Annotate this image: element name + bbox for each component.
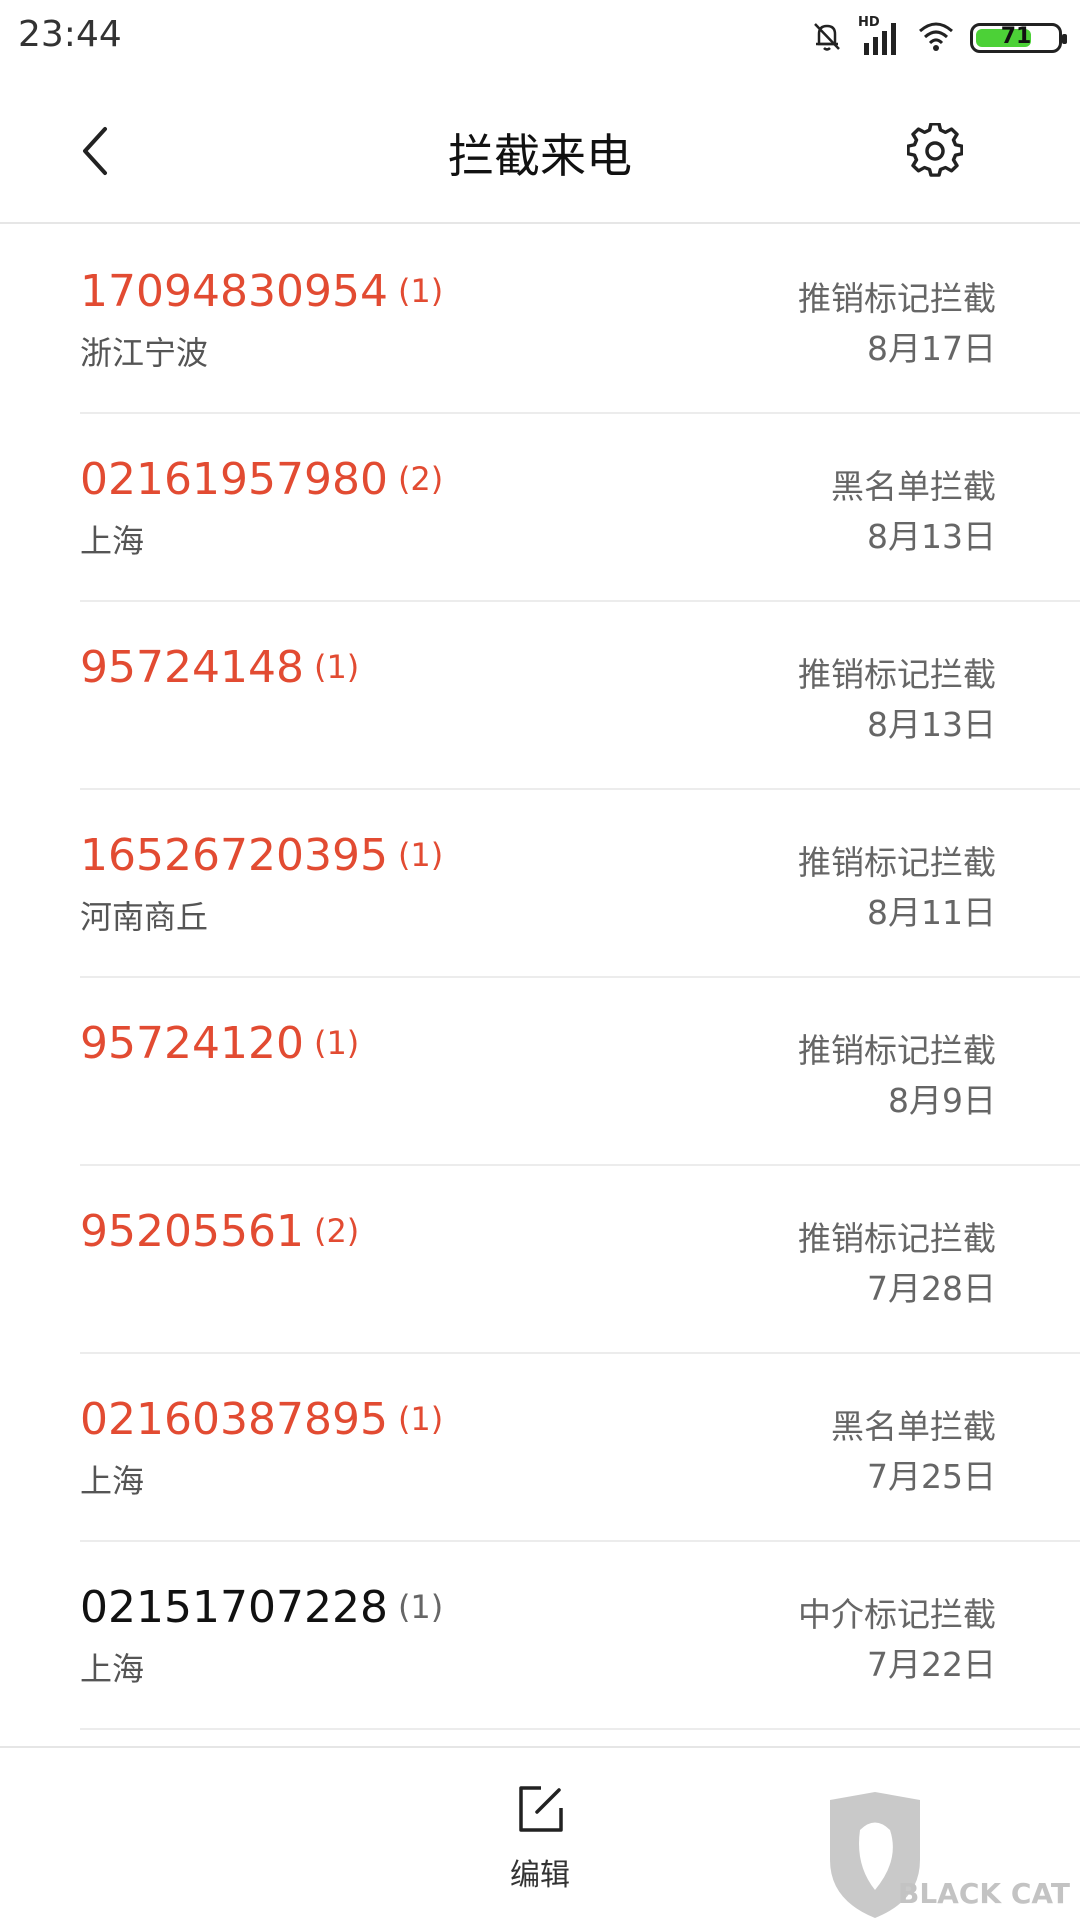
caller-location: 上海 <box>80 1650 145 1688</box>
call-list-item[interactable]: 02151707228 (1) 上海 中介标记拦截 7月22日 <box>80 1542 1080 1730</box>
phone-number-text: 02161957980 <box>80 454 388 505</box>
battery-cap <box>1062 34 1067 44</box>
status-time: 23:44 <box>18 14 122 55</box>
bell-muted-icon <box>810 19 844 57</box>
phone-number: 16526720395 (1) <box>80 830 443 881</box>
battery-level: 71 <box>1000 24 1032 49</box>
call-list-item[interactable]: 02160387895 (1) 上海 黑名单拦截 7月25日 <box>80 1354 1080 1542</box>
phone-number-text: 17094830954 <box>80 266 388 317</box>
edit-button[interactable]: 编辑 <box>490 1782 590 1902</box>
block-reason: 推销标记拦截 <box>798 1031 996 1070</box>
call-date: 8月17日 <box>867 329 996 368</box>
call-list-item[interactable]: 95724120 (1) 推销标记拦截 8月9日 <box>80 978 1080 1166</box>
phone-number: 95205561 (2) <box>80 1206 359 1257</box>
block-reason: 推销标记拦截 <box>798 655 996 694</box>
call-list-item[interactable]: 95205561 (2) 推销标记拦截 7月28日 <box>80 1166 1080 1354</box>
wifi-icon <box>916 19 956 57</box>
phone-number-text: 95205561 <box>80 1206 304 1257</box>
call-list-item[interactable]: 17094830954 (1) 浙江宁波 推销标记拦截 8月17日 <box>80 226 1080 414</box>
call-date: 8月11日 <box>867 893 996 932</box>
call-date: 7月22日 <box>867 1645 996 1684</box>
block-reason: 黑名单拦截 <box>831 1407 996 1446</box>
call-date: 8月13日 <box>867 705 996 744</box>
gear-icon <box>907 123 963 177</box>
phone-number: 95724148 (1) <box>80 642 359 693</box>
block-reason: 黑名单拦截 <box>831 467 996 506</box>
phone-number-text: 95724148 <box>80 642 304 693</box>
watermark: BLACK CAT <box>820 1790 1080 1920</box>
bottom-bar: 编辑 BLACK CAT <box>0 1746 1080 1920</box>
call-count: (1) <box>313 1024 360 1062</box>
battery-icon: 71 <box>970 23 1067 53</box>
phone-number: 17094830954 (1) <box>80 266 443 317</box>
caller-location: 上海 <box>80 1462 145 1500</box>
call-date: 7月25日 <box>867 1457 996 1496</box>
phone-number-text: 16526720395 <box>80 830 388 881</box>
call-count: (1) <box>397 1400 444 1438</box>
call-count: (1) <box>397 836 444 874</box>
call-list-item[interactable]: 16526720395 (1) 河南商丘 推销标记拦截 8月11日 <box>80 790 1080 978</box>
call-count: (1) <box>313 648 360 686</box>
phone-number: 95724120 (1) <box>80 1018 359 1069</box>
app-header: 拦截来电 <box>0 76 1080 224</box>
call-date: 7月28日 <box>867 1269 996 1308</box>
block-reason: 推销标记拦截 <box>798 279 996 318</box>
phone-number: 02161957980 (2) <box>80 454 443 505</box>
call-date: 8月9日 <box>888 1081 996 1120</box>
phone-number: 02151707228 (1) <box>80 1582 443 1633</box>
call-count: (2) <box>313 1212 360 1250</box>
settings-button[interactable] <box>900 116 970 186</box>
call-count: (1) <box>397 272 444 310</box>
block-reason: 推销标记拦截 <box>798 843 996 882</box>
call-list-item[interactable]: 95724148 (1) 推销标记拦截 8月13日 <box>80 602 1080 790</box>
caller-location: 河南商丘 <box>80 898 209 936</box>
block-reason: 中介标记拦截 <box>798 1595 996 1634</box>
caller-location: 上海 <box>80 522 145 560</box>
status-bar: 23:44 HD 71 <box>0 0 1080 76</box>
call-date: 8月13日 <box>867 517 996 556</box>
block-reason: 推销标记拦截 <box>798 1219 996 1258</box>
phone-number: 02160387895 (1) <box>80 1394 443 1445</box>
call-count: (2) <box>397 460 444 498</box>
phone-number-text: 02160387895 <box>80 1394 388 1445</box>
status-icons: HD 71 <box>810 15 1067 60</box>
edit-label: 编辑 <box>510 1858 570 1893</box>
call-list-item[interactable]: 02161957980 (2) 上海 黑名单拦截 8月13日 <box>80 414 1080 602</box>
blocked-call-list: 17094830954 (1) 浙江宁波 推销标记拦截 8月17日 02161957980… <box>0 226 1080 1730</box>
phone-number-text: 95724120 <box>80 1018 304 1069</box>
call-count: (1) <box>397 1588 444 1626</box>
watermark-text: BLACK CAT <box>898 1877 1070 1910</box>
caller-location: 浙江宁波 <box>80 334 209 372</box>
phone-number-text: 02151707228 <box>80 1582 388 1633</box>
signal-icon: HD <box>858 15 902 57</box>
edit-icon <box>519 1786 563 1832</box>
